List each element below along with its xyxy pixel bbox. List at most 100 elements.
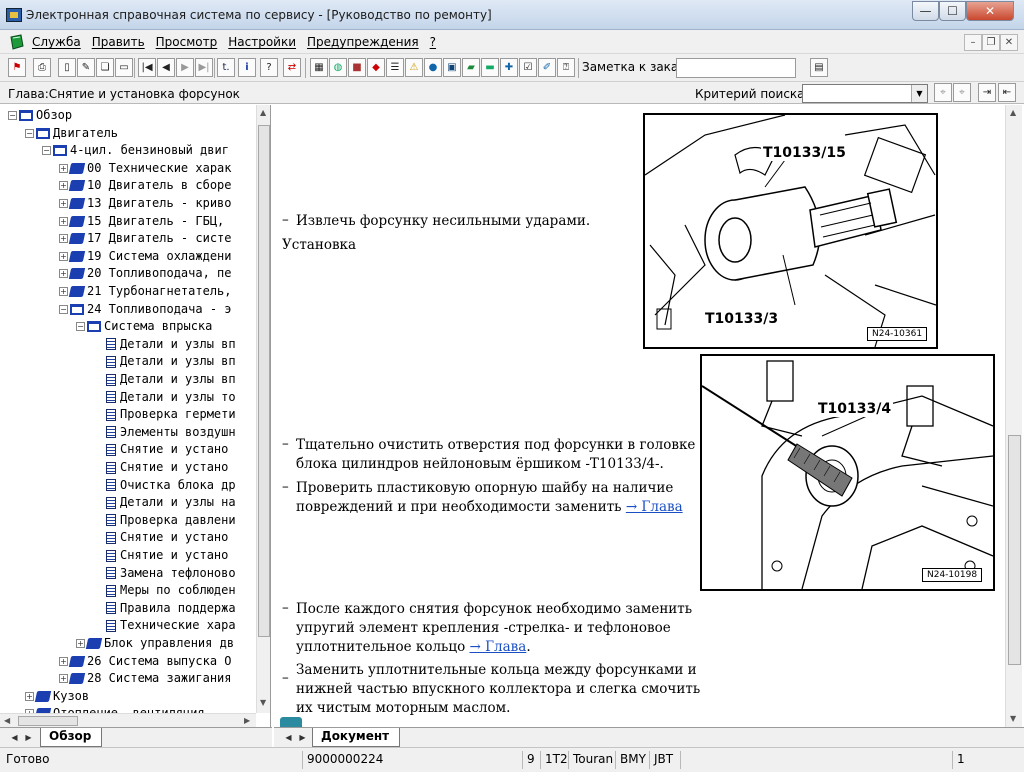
- close-button[interactable]: ✕: [966, 1, 1014, 21]
- search-forward-icon[interactable]: ⌖: [953, 83, 971, 102]
- tab-document[interactable]: Документ: [312, 728, 401, 747]
- tree-node[interactable]: Элементы воздушн: [93, 424, 236, 441]
- tree-node[interactable]: +19 Система охлаждени: [59, 248, 232, 265]
- tree-node[interactable]: Снятие и устано: [93, 547, 228, 564]
- tree-node[interactable]: Очистка блока др: [93, 477, 236, 494]
- green-book-icon[interactable]: ▰: [462, 58, 480, 77]
- tree-node[interactable]: Проверка давлени: [93, 512, 236, 529]
- tree-vertical-scroll-thumb[interactable]: [258, 125, 270, 637]
- tree-node[interactable]: Технические хара: [93, 617, 236, 634]
- vehicle-icon[interactable]: ▬: [481, 58, 499, 77]
- order-note-input[interactable]: [676, 58, 796, 78]
- notes-icon[interactable]: ✐: [538, 58, 556, 77]
- document-vertical-scroll-thumb[interactable]: [1008, 435, 1021, 665]
- prev-page-icon[interactable]: ◀: [157, 58, 175, 77]
- edit-document-icon[interactable]: ✎: [77, 58, 95, 77]
- floppy-icon[interactable]: ▣: [443, 58, 461, 77]
- tab-next-icon[interactable]: ▶: [22, 731, 35, 744]
- first-page-icon[interactable]: |◀: [138, 58, 156, 77]
- parts-icon[interactable]: ■: [348, 58, 366, 77]
- collapse-icon[interactable]: −: [59, 304, 68, 314]
- collapse-icon[interactable]: −: [76, 322, 85, 332]
- expand-icon[interactable]: +: [59, 181, 68, 191]
- tree-node[interactable]: +15 Двигатель - ГБЦ,: [59, 213, 224, 230]
- tree-node[interactable]: − 24 Топливоподача - э: [59, 301, 232, 318]
- tree-node[interactable]: +21 Турбонагнетатель,: [59, 283, 232, 300]
- expand-icon[interactable]: +: [59, 199, 68, 208]
- menu-item[interactable]: Служба: [32, 35, 81, 49]
- tree-node[interactable]: +00 Технические харак: [59, 160, 232, 177]
- swap-icon[interactable]: ⇄: [283, 58, 301, 77]
- calculator-icon[interactable]: ▦: [310, 58, 328, 77]
- tree-horizontal-scroll-thumb[interactable]: [18, 716, 78, 726]
- globe-grid-icon[interactable]: ◍: [329, 58, 347, 77]
- tree-vertical-scrollbar[interactable]: ▲ ▼: [256, 105, 270, 713]
- document-vertical-scrollbar[interactable]: ▲ ▼: [1005, 105, 1022, 727]
- expand-icon[interactable]: +: [59, 674, 68, 684]
- collapse-icon[interactable]: −: [8, 111, 17, 120]
- new-document-icon[interactable]: ▯: [58, 58, 76, 77]
- minimize-button[interactable]: —: [912, 1, 939, 21]
- expand-icon[interactable]: +: [59, 234, 68, 244]
- tree-node[interactable]: Детали и узлы вп: [93, 353, 236, 370]
- tree-node[interactable]: +17 Двигатель - систе: [59, 230, 232, 247]
- tree-node[interactable]: Снятие и устано: [93, 529, 228, 546]
- tree-node[interactable]: Детали и узлы на: [93, 494, 236, 511]
- tree-node[interactable]: Детали и узлы то: [93, 389, 236, 406]
- tree-node[interactable]: Детали и узлы вп: [93, 336, 236, 353]
- tree-node[interactable]: Проверка гермети: [93, 406, 236, 423]
- expand-icon[interactable]: +: [59, 163, 68, 173]
- mdi-restore-button[interactable]: ❐: [982, 34, 1000, 51]
- expand-icon[interactable]: +: [59, 269, 68, 279]
- chapter-link[interactable]: → Глава: [626, 499, 683, 515]
- collapse-icon[interactable]: −: [42, 146, 51, 156]
- tree-node[interactable]: Снятие и устано: [93, 459, 228, 476]
- expand-icon[interactable]: +: [59, 287, 68, 296]
- tree-node[interactable]: Детали и узлы вп: [93, 371, 236, 388]
- search-combo[interactable]: ▼: [802, 84, 928, 103]
- tab-prev-icon[interactable]: ◀: [282, 731, 295, 744]
- collapse-tree-icon[interactable]: ⇤: [998, 83, 1016, 102]
- tree-node[interactable]: +13 Двигатель - криво: [59, 195, 232, 212]
- expand-icon[interactable]: +: [59, 216, 68, 226]
- tree-node[interactable]: Правила поддержа: [93, 600, 236, 617]
- order-note-icon[interactable]: ▤: [810, 58, 828, 77]
- help-icon[interactable]: ?: [260, 58, 278, 77]
- tree-node[interactable]: +28 Система зажигания: [59, 670, 232, 687]
- next-page-icon[interactable]: ▶: [176, 58, 194, 77]
- tree-horizontal-scrollbar[interactable]: ◀ ▶: [0, 713, 256, 727]
- expand-icon[interactable]: +: [76, 639, 85, 648]
- tree-node[interactable]: Снятие и устано: [93, 441, 228, 458]
- exit-icon[interactable]: ⚑: [8, 58, 26, 77]
- query-icon[interactable]: ⍰: [557, 58, 575, 77]
- chevron-down-icon[interactable]: ▼: [911, 85, 927, 102]
- tree-node[interactable]: +20 Топливоподача, пе: [59, 265, 232, 282]
- chapter-link[interactable]: → Глава: [470, 639, 527, 655]
- menu-item[interactable]: ?: [430, 35, 436, 49]
- tab-overview[interactable]: Обзор: [40, 728, 103, 747]
- car-icon[interactable]: ▭: [115, 58, 133, 77]
- tree-node[interactable]: − Двигатель: [25, 125, 118, 142]
- tree-node[interactable]: +10 Двигатель в сборе: [59, 177, 232, 194]
- tree-node[interactable]: − Система впрыска: [76, 318, 212, 335]
- menu-item[interactable]: Предупреждения: [307, 35, 419, 49]
- expand-icon[interactable]: +: [25, 691, 34, 701]
- warning-icon[interactable]: ⚠: [405, 58, 423, 77]
- tree-node[interactable]: − 4-цил. бензиновый двиг: [42, 142, 229, 159]
- collapse-icon[interactable]: −: [25, 128, 34, 138]
- menu-item[interactable]: Просмотр: [156, 35, 218, 49]
- tools-icon[interactable]: ✚: [500, 58, 518, 77]
- checklist-icon[interactable]: ☑: [519, 58, 537, 77]
- expand-icon[interactable]: +: [59, 656, 68, 666]
- diamond-icon[interactable]: ◆: [367, 58, 385, 77]
- mdi-close-button[interactable]: ✕: [1000, 34, 1018, 51]
- menu-item[interactable]: Настройки: [228, 35, 296, 49]
- tree-node[interactable]: Замена тефлоново: [93, 565, 236, 582]
- tree-node[interactable]: +Отопление, вентиляция: [25, 705, 205, 713]
- mdi-minimize-button[interactable]: –: [964, 34, 982, 51]
- print-icon[interactable]: ⎙: [33, 58, 51, 77]
- tab-next-icon[interactable]: ▶: [296, 731, 309, 744]
- last-page-icon[interactable]: ▶|: [195, 58, 213, 77]
- earth-icon[interactable]: ●: [424, 58, 442, 77]
- search-back-icon[interactable]: ⌖: [934, 83, 952, 102]
